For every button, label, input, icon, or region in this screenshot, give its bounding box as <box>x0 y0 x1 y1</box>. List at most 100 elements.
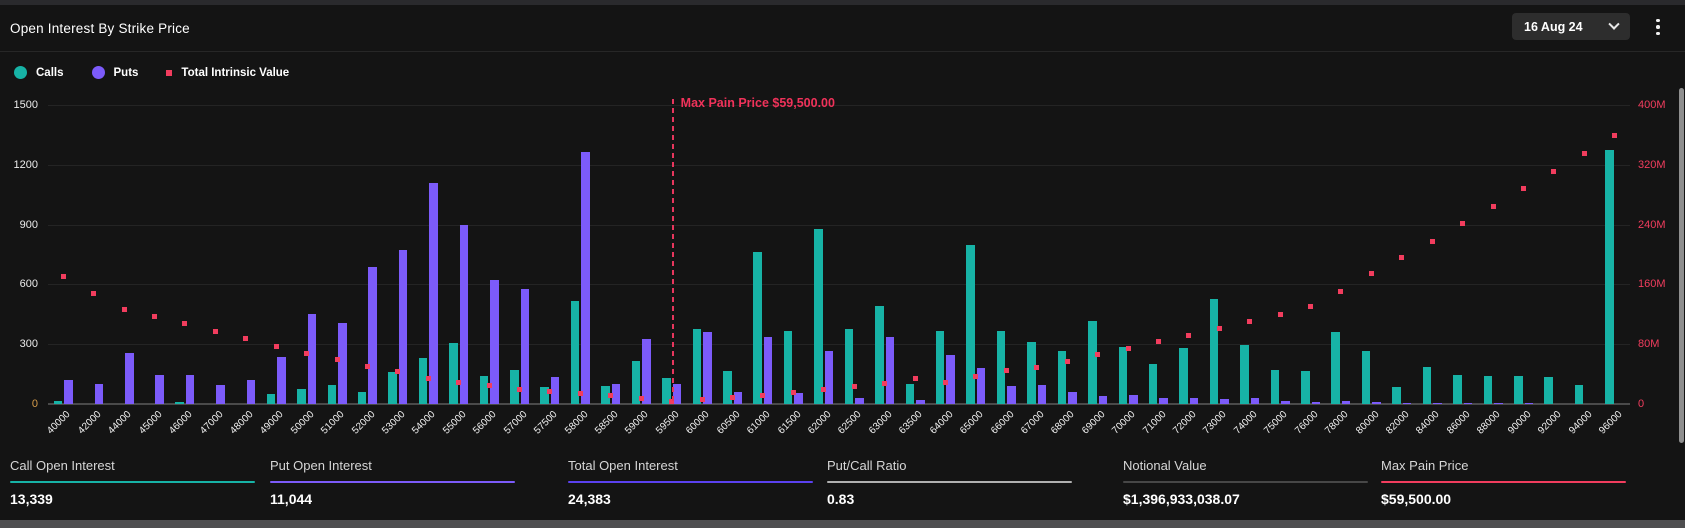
kebab-menu-icon[interactable] <box>1649 15 1667 39</box>
x-axis-tick: 94000 <box>1567 409 1594 436</box>
vertical-scrollbar[interactable] <box>1679 88 1684 443</box>
intrinsic-value-point <box>760 393 765 398</box>
x-axis-tick: 50000 <box>289 409 316 436</box>
x-axis-tick: 71000 <box>1141 409 1168 436</box>
calls-bar <box>175 402 184 404</box>
x-axis-tick: 66000 <box>989 409 1016 436</box>
x-axis-tick: 55000 <box>441 409 468 436</box>
stat-underline <box>1381 481 1626 483</box>
x-axis-tick: 75000 <box>1262 409 1289 436</box>
left-axis-tick: 1200 <box>2 159 38 171</box>
chart-legend: Calls Puts Total Intrinsic Value <box>14 66 289 79</box>
intrinsic-value-point <box>943 380 948 385</box>
puts-bar <box>277 357 286 404</box>
intrinsic-value-point <box>1034 365 1039 370</box>
stat-label: Call Open Interest <box>10 458 255 473</box>
intrinsic-value-point <box>1521 186 1526 191</box>
intrinsic-value-point <box>1126 346 1131 351</box>
legend-item-calls[interactable]: Calls <box>14 66 64 79</box>
x-axis-tick: 69000 <box>1080 409 1107 436</box>
x-axis-line <box>48 403 1630 405</box>
puts-bar <box>460 225 469 404</box>
calls-bar <box>1605 150 1614 404</box>
puts-bar <box>1099 396 1108 404</box>
intrinsic-value-point <box>335 357 340 362</box>
x-axis-tick: 59500 <box>654 409 681 436</box>
calls-bar <box>419 358 428 404</box>
puts-bar <box>581 152 590 404</box>
expiry-date-dropdown[interactable]: 16 Aug 24 <box>1512 13 1630 40</box>
puts-bar <box>521 289 530 404</box>
puts-bar <box>612 384 621 404</box>
intrinsic-value-point <box>487 383 492 388</box>
puts-bar <box>1159 398 1168 404</box>
x-axis-tick: 90000 <box>1506 409 1533 436</box>
stat-value: 13,339 <box>10 491 255 507</box>
intrinsic-value-point <box>852 384 857 389</box>
calls-bar <box>388 372 397 404</box>
stat-total-open-interest: Total Open Interest 24,383 <box>568 458 813 507</box>
stat-call-open-interest: Call Open Interest 13,339 <box>10 458 255 507</box>
puts-bar <box>308 314 317 404</box>
intrinsic-value-point <box>517 387 522 392</box>
calls-bar <box>1331 332 1340 404</box>
calls-bar <box>662 378 671 404</box>
puts-swatch-icon <box>92 66 105 79</box>
intrinsic-value-point <box>973 374 978 379</box>
puts-bar <box>977 368 986 404</box>
x-axis-tick: 51000 <box>319 409 346 436</box>
intrinsic-value-point <box>1004 368 1009 373</box>
calls-bar <box>480 376 489 404</box>
left-axis-tick: 300 <box>2 338 38 350</box>
intrinsic-value-point <box>1491 204 1496 209</box>
intrinsic-value-point <box>426 376 431 381</box>
calls-bar <box>906 384 915 404</box>
x-axis-tick: 64000 <box>928 409 955 436</box>
intrinsic-value-point <box>639 396 644 401</box>
intrinsic-value-point <box>669 399 674 404</box>
intrinsic-value-point <box>1338 289 1343 294</box>
expiry-date-label: 16 Aug 24 <box>1524 20 1583 34</box>
page-title: Open Interest By Strike Price <box>10 21 190 36</box>
calls-bar <box>966 245 975 404</box>
calls-swatch-icon <box>14 66 27 79</box>
puts-bar <box>794 393 803 404</box>
puts-bar <box>429 183 438 404</box>
x-axis-tick: 47000 <box>198 409 225 436</box>
puts-bar <box>247 380 256 404</box>
intrinsic-value-point <box>1551 169 1556 174</box>
calls-bar <box>267 394 276 404</box>
stat-value: $59,500.00 <box>1381 491 1626 507</box>
puts-bar <box>186 375 195 404</box>
calls-bar <box>449 343 458 404</box>
intrinsic-value-point <box>821 387 826 392</box>
intrinsic-swatch-icon <box>166 70 172 76</box>
x-axis-tick: 63000 <box>867 409 894 436</box>
stat-underline <box>10 481 255 483</box>
calls-bar <box>1544 377 1553 404</box>
stat-label: Put Open Interest <box>270 458 515 473</box>
left-axis-tick: 900 <box>2 219 38 231</box>
calls-bar <box>997 331 1006 404</box>
intrinsic-value-point <box>882 381 887 386</box>
calls-bar <box>540 387 549 404</box>
puts-bar <box>1464 403 1473 404</box>
calls-bar <box>1240 345 1249 404</box>
calls-bar <box>1514 376 1523 404</box>
legend-item-total-intrinsic-value[interactable]: Total Intrinsic Value <box>166 67 289 79</box>
calls-bar <box>297 389 306 404</box>
puts-bar <box>1007 386 1016 404</box>
x-axis-tick: 59000 <box>624 409 651 436</box>
puts-bar <box>1342 401 1351 404</box>
gridline <box>48 225 1630 226</box>
legend-item-puts[interactable]: Puts <box>92 66 139 79</box>
calls-bar <box>1575 385 1584 404</box>
stat-value: 24,383 <box>568 491 813 507</box>
x-axis-tick: 60000 <box>684 409 711 436</box>
intrinsic-value-point <box>578 391 583 396</box>
calls-bar <box>510 370 519 404</box>
x-axis-tick: 46000 <box>167 409 194 436</box>
calls-bar <box>1210 299 1219 404</box>
x-axis-tick: 92000 <box>1536 409 1563 436</box>
calls-bar <box>1149 364 1158 404</box>
